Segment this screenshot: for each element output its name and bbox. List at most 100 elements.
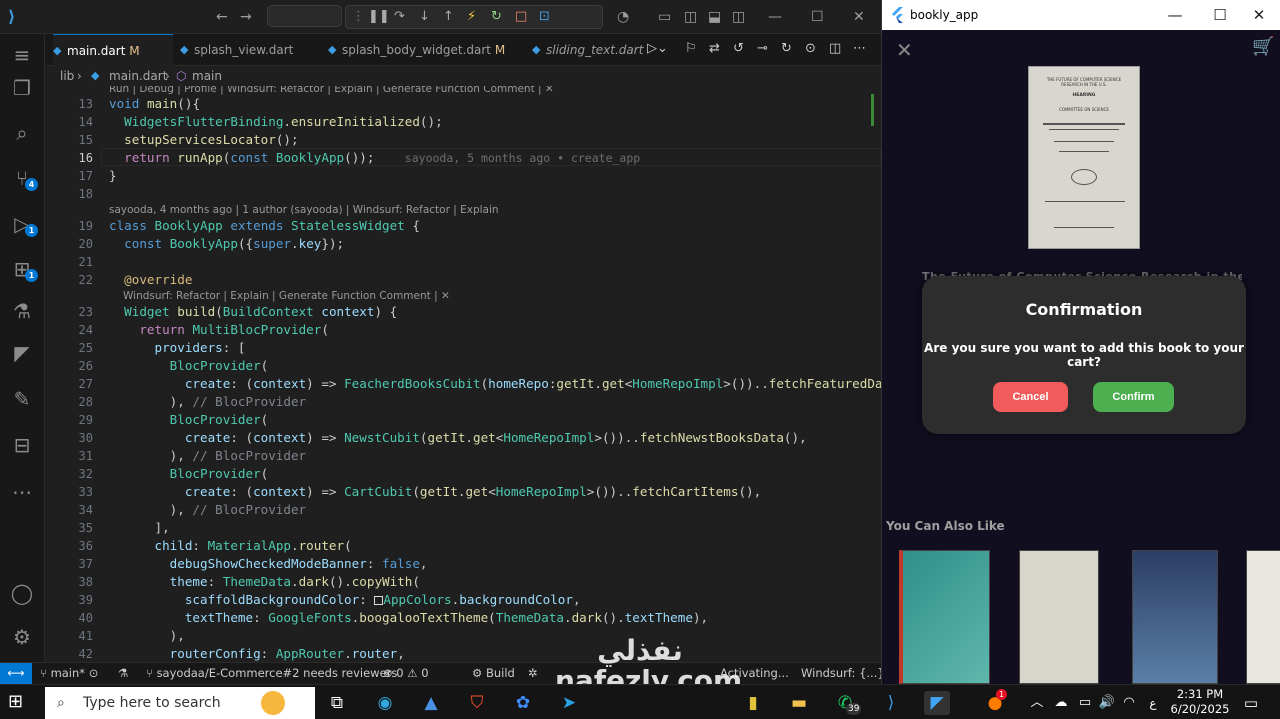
stop-icon[interactable]: □ bbox=[515, 9, 527, 25]
command-center[interactable] bbox=[267, 5, 342, 27]
code-line: class BooklyApp extends StatelessWidget … bbox=[109, 218, 420, 233]
pen-icon[interactable]: ✎ bbox=[9, 386, 35, 412]
timeline-back-icon[interactable]: ↺ bbox=[733, 40, 744, 58]
step-over-icon[interactable]: ↷ bbox=[394, 9, 405, 25]
inspect-widget-icon[interactable]: ⊡ bbox=[539, 9, 550, 25]
book-thumbnail[interactable] bbox=[1132, 550, 1218, 684]
cloud-icon[interactable]: ☁ bbox=[1048, 691, 1074, 715]
flutter-taskbar-icon[interactable]: ◤ bbox=[924, 691, 950, 715]
git-compare-icon[interactable]: ⇄ bbox=[709, 40, 720, 58]
code-line: } bbox=[109, 168, 117, 183]
codelens-build[interactable]: Windsurf: Refactor | Explain | Generate … bbox=[123, 289, 450, 303]
dart-file-icon: ◆ bbox=[180, 43, 189, 56]
back-arrow-icon[interactable]: ← bbox=[216, 8, 228, 26]
breadcrumb-symbol[interactable]: main bbox=[192, 66, 222, 86]
run-debug-icon[interactable]: ▷ 1 bbox=[9, 211, 38, 237]
source-control-icon[interactable]: ⑂ 4 bbox=[9, 165, 38, 191]
book-cover-image: THE FUTURE OF COMPUTER SCIENCE RESEARCH … bbox=[1028, 66, 1140, 249]
build-status[interactable]: ⚙ Build bbox=[472, 663, 515, 683]
problems-status[interactable]: ⊗ 0 ⚠ 0 bbox=[383, 663, 429, 683]
menu-icon[interactable]: ≡ bbox=[9, 42, 35, 68]
maximize-icon[interactable]: ☐ bbox=[811, 8, 824, 26]
breadcrumb-file[interactable]: main.dart bbox=[109, 66, 167, 86]
toggle-panel-icon[interactable]: ⬓ bbox=[708, 8, 721, 26]
file-explorer-icon[interactable]: ▬ bbox=[786, 691, 812, 715]
cart-icon[interactable]: 🛒 bbox=[1252, 36, 1274, 57]
book-thumbnail[interactable] bbox=[899, 550, 990, 684]
taskbar-search[interactable]: ⌕ Type here to search bbox=[45, 687, 315, 719]
pr-status[interactable]: ⑂ sayodaa/E-Commerce#2 needs reviewers bbox=[146, 663, 397, 683]
forward-arrow-icon[interactable]: → bbox=[240, 8, 252, 26]
system-clock[interactable]: 2:31 PM 6/20/2025 bbox=[1162, 687, 1238, 717]
git-forward-icon[interactable]: ↻ bbox=[781, 40, 792, 58]
codelens-blame[interactable]: sayooda, 4 months ago | 1 author (sayood… bbox=[109, 203, 499, 217]
step-into-icon[interactable]: ↓ bbox=[419, 9, 430, 25]
step-out-icon[interactable]: ↑ bbox=[443, 9, 454, 25]
windsurf-status[interactable]: Windsurf: {...} bbox=[801, 663, 881, 683]
search-icon[interactable]: ⌕ bbox=[9, 120, 35, 146]
sync-icon[interactable]: ⚗ bbox=[118, 663, 128, 683]
testing-icon[interactable]: ⚗ bbox=[9, 298, 35, 324]
git-commit-icon[interactable]: ⊸ bbox=[757, 40, 768, 58]
breadcrumb-folder[interactable]: lib bbox=[60, 66, 74, 86]
flutter-icon[interactable]: ◤ bbox=[9, 340, 35, 366]
minimize-icon[interactable]: — bbox=[768, 8, 782, 26]
explorer-icon[interactable]: ❐ bbox=[9, 75, 35, 101]
ext-badge: 1 bbox=[25, 269, 38, 282]
confirm-button[interactable]: Confirm bbox=[1093, 382, 1174, 412]
charts-icon[interactable]: ▮ bbox=[740, 691, 766, 715]
app-close-icon[interactable]: ✕ bbox=[1236, 0, 1280, 30]
notification-app-icon[interactable]: ● 1 bbox=[982, 689, 1008, 715]
tab-splash-view[interactable]: ◆ splash_view.dart bbox=[180, 34, 293, 66]
tab-sliding-text[interactable]: ◆ sliding_text.dart bbox=[532, 34, 643, 66]
line-number: 33 bbox=[78, 485, 93, 499]
book-thumbnail[interactable] bbox=[1246, 550, 1280, 684]
debug-status-icon[interactable]: ✲ bbox=[528, 663, 538, 683]
flutter-app-window: bookly_app — ☐ ✕ ✕ 🛒 THE FUTURE OF COMPU… bbox=[881, 0, 1280, 684]
more-icon[interactable]: ⋯ bbox=[9, 479, 35, 505]
remote-indicator-icon[interactable]: ⟷ bbox=[0, 663, 32, 684]
copilot-icon[interactable]: ◔ bbox=[617, 8, 629, 26]
book-thumbnail[interactable] bbox=[1019, 550, 1099, 684]
windows-start-icon[interactable]: ⊞ bbox=[8, 691, 32, 715]
settings-gear-icon[interactable]: ⚙ bbox=[9, 624, 35, 650]
wifi-icon[interactable]: ◠ bbox=[1116, 691, 1142, 715]
account-icon[interactable]: ◯ bbox=[9, 580, 35, 606]
vscode-taskbar-icon[interactable]: ⟩ bbox=[878, 691, 904, 715]
app-icon[interactable]: ✿ bbox=[510, 691, 536, 715]
line-number: 30 bbox=[78, 431, 93, 445]
hot-reload-icon[interactable]: ⚡ bbox=[467, 9, 476, 25]
tray-chevron-icon[interactable]: ︿ bbox=[1024, 691, 1050, 715]
tab-main-dart[interactable]: ◆ main.dart M bbox=[53, 34, 173, 66]
layout-icon[interactable]: ▭ bbox=[658, 8, 671, 26]
close-icon[interactable]: ✕ bbox=[896, 38, 913, 62]
drag-handle-icon[interactable]: ⋮ bbox=[352, 9, 365, 25]
line-number: 36 bbox=[78, 539, 93, 553]
app-store-icon[interactable]: ▲ bbox=[418, 691, 444, 715]
code-line: return runApp(const BooklyApp()); sayood… bbox=[124, 150, 641, 165]
pause-icon[interactable]: ❚❚ bbox=[368, 9, 390, 25]
run-dropdown-icon[interactable]: ▷⌄ bbox=[647, 40, 668, 58]
extensions-icon[interactable]: ⊞ 1 bbox=[9, 256, 38, 282]
more-actions-icon[interactable]: ⋯ bbox=[853, 40, 866, 58]
telegram-icon[interactable]: ➤ bbox=[556, 691, 582, 715]
code-editor[interactable]: 13 14 15 16 17 18 19 20 21 22 23 24 25 26 27 28 29 30 31 32… bbox=[45, 86, 881, 662]
brave-icon[interactable]: ⛉ bbox=[464, 691, 490, 715]
toggle-secondary-sidebar-icon[interactable]: ◫ bbox=[732, 8, 745, 26]
split-editor-icon[interactable]: ◫ bbox=[829, 40, 841, 58]
edge-icon[interactable]: ◉ bbox=[372, 691, 398, 715]
tab-splash-body-widget[interactable]: ◆ splash_body_widget.dart M bbox=[328, 34, 505, 66]
run-code-icon[interactable]: ⊙ bbox=[805, 40, 816, 58]
toggle-sidebar-icon[interactable]: ◫ bbox=[684, 8, 697, 26]
dialog-message: Are you sure you want to add this book t… bbox=[924, 341, 1244, 369]
notifications-icon[interactable]: ▭ bbox=[1238, 691, 1264, 715]
app-minimize-icon[interactable]: — bbox=[1152, 0, 1198, 30]
close-window-icon[interactable]: ✕ bbox=[853, 8, 865, 26]
cancel-button[interactable]: Cancel bbox=[993, 382, 1068, 412]
flutter-outline-icon[interactable]: ⚐ bbox=[685, 40, 697, 58]
task-view-icon[interactable]: ⧉ bbox=[324, 691, 350, 715]
restart-icon[interactable]: ↻ bbox=[491, 9, 502, 25]
branch-status[interactable]: ⑂ main* ⊙ bbox=[40, 663, 98, 683]
whatsapp-icon[interactable]: ✆ 39 bbox=[832, 691, 862, 715]
remote-explorer-icon[interactable]: ⊟ bbox=[9, 432, 35, 458]
